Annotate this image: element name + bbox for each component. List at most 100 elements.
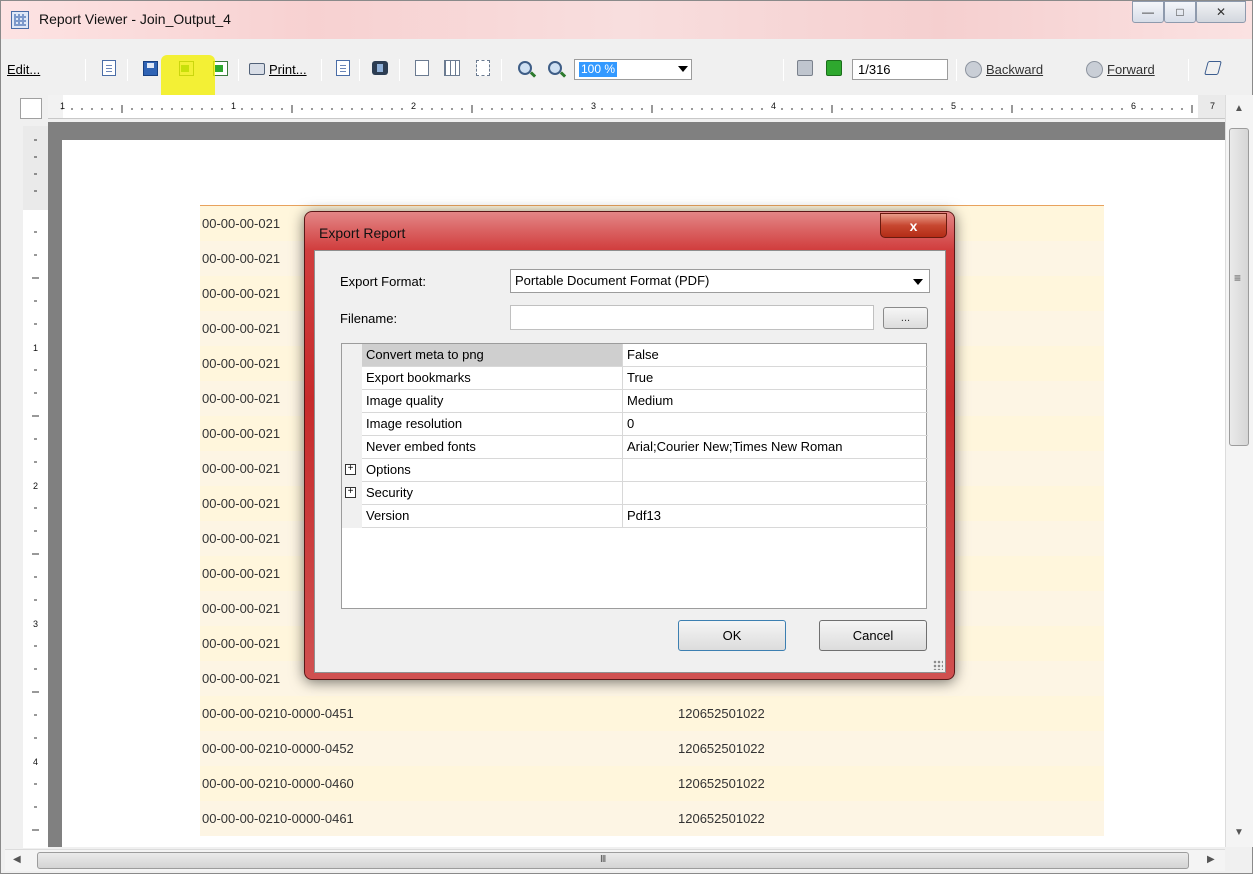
report-viewer-app-icon [11, 11, 29, 29]
row-value-cell: 120652501022 [678, 776, 765, 791]
property-name: Image resolution [362, 413, 623, 436]
copy-button[interactable] [98, 57, 120, 79]
scroll-down-icon[interactable]: ▼ [1234, 827, 1244, 838]
property-row[interactable]: + Options [342, 459, 928, 482]
export-format-label: Export Format: [340, 274, 426, 289]
property-name: Image quality [362, 390, 623, 413]
maximize-button[interactable]: □ [1164, 1, 1196, 23]
copy-page-button[interactable] [332, 57, 354, 79]
vertical-scrollbar[interactable]: ▲ ▼ [1225, 95, 1253, 847]
export-format-value: Portable Document Format (PDF) [515, 273, 710, 288]
property-gutter [342, 505, 362, 528]
property-value[interactable] [623, 459, 928, 482]
property-value[interactable]: Pdf13 [623, 505, 928, 528]
row-id-cell: 00-00-00-0210-0000-0451 [202, 706, 354, 721]
prev-page-icon [797, 60, 813, 76]
close-window-button[interactable]: ✕ [1196, 1, 1246, 23]
backward-label: Backward [986, 61, 1044, 77]
ruler-mark-4: 4 [771, 101, 777, 111]
vertical-scroll-thumb[interactable] [1229, 128, 1249, 446]
find-button[interactable] [369, 57, 391, 79]
multi-page-button[interactable] [441, 57, 463, 79]
table-row: 00-00-00-0210-0000-0452 120652501022 [200, 731, 1104, 766]
next-page-button[interactable] [823, 57, 845, 79]
ruler-mark-1b: 1 [231, 101, 237, 111]
property-value[interactable]: Medium [623, 390, 928, 413]
scroll-up-icon[interactable]: ▲ [1234, 103, 1244, 114]
property-row[interactable]: Export bookmarks True [342, 367, 928, 390]
backward-icon [965, 60, 982, 78]
page-number-input[interactable]: 1/316 [852, 59, 948, 80]
save-button[interactable] [139, 57, 161, 79]
print-button[interactable]: Print... [249, 57, 307, 81]
forward-label: Forward [1107, 61, 1155, 77]
vertical-ruler: 1 2 3 4 [23, 126, 48, 848]
window-controls: — □ ✕ [1132, 1, 1246, 23]
dialog-title: Export Report [319, 225, 406, 241]
property-gutter [342, 436, 362, 459]
scroll-left-icon[interactable]: ◀ [13, 854, 21, 865]
expand-icon[interactable]: + [345, 487, 356, 498]
prev-page-button[interactable] [794, 57, 816, 79]
export-report-dialog: Export Report x Export Format: Portable … [304, 211, 955, 680]
property-row[interactable]: + Security [342, 482, 928, 505]
dialog-close-button[interactable]: x [880, 213, 947, 238]
property-name: Export bookmarks [362, 367, 623, 390]
expand-icon[interactable]: + [345, 464, 356, 475]
single-page-button[interactable] [411, 57, 433, 79]
zoom-out-icon [518, 61, 532, 75]
save-icon [142, 60, 158, 76]
backward-button[interactable]: Backward [965, 57, 1043, 81]
chevron-down-icon[interactable] [678, 66, 688, 72]
export-properties-grid[interactable]: Convert meta to png False Export bookmarks… [341, 343, 928, 609]
cancel-button[interactable]: Cancel [819, 620, 927, 651]
property-row[interactable]: Convert meta to png False [342, 344, 928, 367]
row-id-cell: 00-00-00-0210-0000-0460 [202, 776, 354, 791]
property-gutter [342, 413, 362, 436]
property-row[interactable]: Image resolution 0 [342, 413, 928, 436]
close-icon: x [909, 217, 918, 234]
filename-input[interactable] [510, 305, 874, 330]
vruler-mark-4: 4 [33, 757, 39, 767]
zoom-in-button[interactable] [544, 57, 566, 79]
browse-button[interactable]: ... [883, 307, 928, 329]
row-id-cell: 00-00-00-0210-0000-0452 [202, 741, 354, 756]
chevron-down-icon [913, 279, 923, 285]
property-name: Security [362, 482, 623, 505]
row-value-cell: 120652501022 [678, 706, 765, 721]
property-row[interactable]: Version Pdf13 [342, 505, 928, 528]
property-value[interactable]: Arial;Courier New;Times New Roman [623, 436, 928, 459]
vruler-mark-3: 3 [33, 619, 39, 629]
resize-grip-icon[interactable] [933, 660, 943, 670]
property-value[interactable]: False [623, 344, 928, 367]
property-value[interactable]: 0 [623, 413, 928, 436]
table-row: 00-00-00-0210-0000-0451 120652501022 [200, 696, 1104, 731]
zoom-value: 100 % [579, 62, 618, 77]
page-number-value: 1/316 [858, 62, 891, 77]
property-value[interactable] [623, 482, 928, 505]
horizontal-scrollbar[interactable]: ◀ ▶ [5, 849, 1225, 871]
ok-button[interactable]: OK [678, 620, 786, 651]
property-row[interactable]: Never embed fonts Arial;Courier New;Times… [342, 436, 928, 459]
property-row[interactable]: Image quality Medium [342, 390, 928, 413]
title-bar[interactable]: Report Viewer - Join_Output_4 — □ ✕ [1, 1, 1252, 39]
export-format-select[interactable]: Portable Document Format (PDF) [510, 269, 930, 293]
annotate-button[interactable] [1202, 57, 1224, 79]
row-id-cell: 00-00-00-0210-0000-0461 [202, 811, 354, 826]
edit-button[interactable]: Edit... [7, 57, 40, 81]
copy-page-icon [336, 60, 350, 76]
minimize-button[interactable]: — [1132, 1, 1164, 23]
property-value[interactable]: True [623, 367, 928, 390]
zoom-out-button[interactable] [514, 57, 536, 79]
ruler-mark-2: 2 [411, 101, 417, 111]
horizontal-scroll-thumb[interactable] [37, 852, 1189, 869]
continuous-button[interactable] [472, 57, 494, 79]
property-gutter: + [342, 482, 362, 505]
horizontal-ruler: 1 1 2 3 4 5 6 7 [48, 95, 1225, 119]
browse-label: ... [900, 312, 911, 324]
annotate-icon [1204, 61, 1222, 75]
zoom-select[interactable]: 100 % [574, 59, 692, 80]
scroll-right-icon[interactable]: ▶ [1207, 854, 1215, 865]
single-page-icon [415, 60, 429, 76]
forward-button[interactable]: Forward [1086, 57, 1155, 81]
